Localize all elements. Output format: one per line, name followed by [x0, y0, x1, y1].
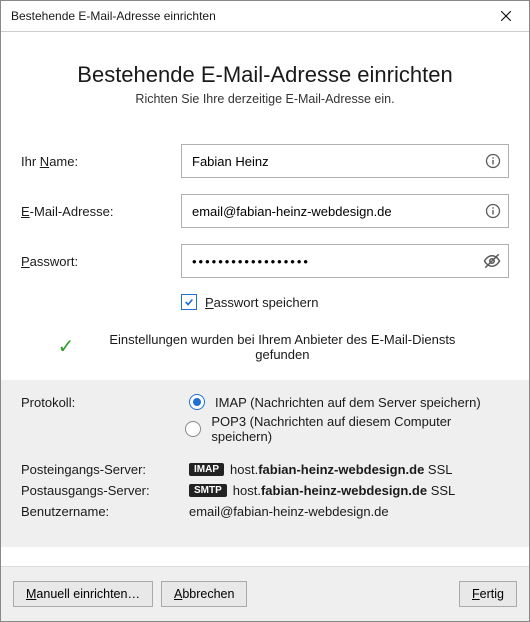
incoming-host: host.fabian-heinz-webdesign.de SSL	[230, 462, 453, 477]
remember-checkbox[interactable]	[181, 294, 197, 310]
password-input[interactable]	[181, 244, 509, 278]
content-area: Bestehende E-Mail-Adresse einrichten Ric…	[1, 32, 529, 566]
smtp-badge: SMTP	[189, 484, 227, 497]
name-row: Ihr Name:	[21, 144, 509, 178]
remember-label: Passwort speichern	[205, 295, 318, 310]
password-row: Passwort:	[21, 244, 509, 278]
titlebar: Bestehende E-Mail-Adresse einrichten	[1, 1, 529, 32]
outgoing-row: Postausgangs-Server: SMTP host.fabian-he…	[21, 483, 509, 498]
radio-imap[interactable]	[189, 394, 205, 410]
server-info: Posteingangs-Server: IMAP host.fabian-he…	[21, 462, 509, 519]
close-icon	[501, 11, 511, 21]
imap-badge: IMAP	[189, 463, 224, 476]
incoming-row: Posteingangs-Server: IMAP host.fabian-he…	[21, 462, 509, 477]
status-message: Einstellungen wurden bei Ihrem Anbieter …	[92, 332, 472, 362]
name-label: Ihr Name:	[21, 154, 181, 169]
email-input[interactable]	[181, 194, 509, 228]
page-subtitle: Richten Sie Ihre derzeitige E-Mail-Adres…	[21, 92, 509, 106]
username-value: email@fabian-heinz-webdesign.de	[189, 504, 389, 519]
page-title: Bestehende E-Mail-Adresse einrichten	[21, 62, 509, 88]
radio-pop3-label: POP3 (Nachrichten auf diesem Computer sp…	[211, 414, 509, 444]
footer: Manuell einrichten… Abbrechen Fertig	[1, 566, 529, 621]
close-button[interactable]	[483, 1, 529, 31]
radio-pop3[interactable]	[185, 421, 201, 437]
protocol-row-imap: Protokoll: IMAP (Nachrichten auf dem Ser…	[21, 394, 509, 410]
form: Ihr Name: E-Mail-Adresse:	[21, 144, 509, 380]
cancel-button[interactable]: Abbrechen	[161, 581, 247, 607]
password-label: Passwort:	[21, 254, 181, 269]
protocol-row-pop3: POP3 (Nachrichten auf diesem Computer sp…	[21, 414, 509, 444]
settings-panel: Protokoll: IMAP (Nachrichten auf dem Ser…	[1, 380, 529, 547]
window-title: Bestehende E-Mail-Adresse einrichten	[1, 9, 483, 23]
check-icon	[184, 297, 194, 307]
email-row: E-Mail-Adresse:	[21, 194, 509, 228]
outgoing-label: Postausgangs-Server:	[21, 483, 189, 498]
status-row: ✓ Einstellungen wurden bei Ihrem Anbiete…	[21, 332, 509, 362]
email-label: E-Mail-Adresse:	[21, 204, 181, 219]
manual-config-button[interactable]: Manuell einrichten…	[13, 581, 153, 607]
username-row: Benutzername: email@fabian-heinz-webdesi…	[21, 504, 509, 519]
info-icon[interactable]	[485, 153, 501, 169]
remember-row: Passwort speichern	[181, 294, 509, 310]
dialog-window: Bestehende E-Mail-Adresse einrichten Bes…	[0, 0, 530, 622]
outgoing-host: host.fabian-heinz-webdesign.de SSL	[233, 483, 456, 498]
username-label: Benutzername:	[21, 504, 189, 519]
radio-imap-label: IMAP (Nachrichten auf dem Server speiche…	[215, 395, 481, 410]
info-icon[interactable]	[485, 203, 501, 219]
eye-off-icon[interactable]	[483, 252, 501, 270]
protocol-label: Protokoll:	[21, 395, 189, 410]
name-input[interactable]	[181, 144, 509, 178]
success-icon: ✓	[58, 337, 75, 357]
incoming-label: Posteingangs-Server:	[21, 462, 189, 477]
done-button[interactable]: Fertig	[459, 581, 517, 607]
header: Bestehende E-Mail-Adresse einrichten Ric…	[21, 62, 509, 106]
